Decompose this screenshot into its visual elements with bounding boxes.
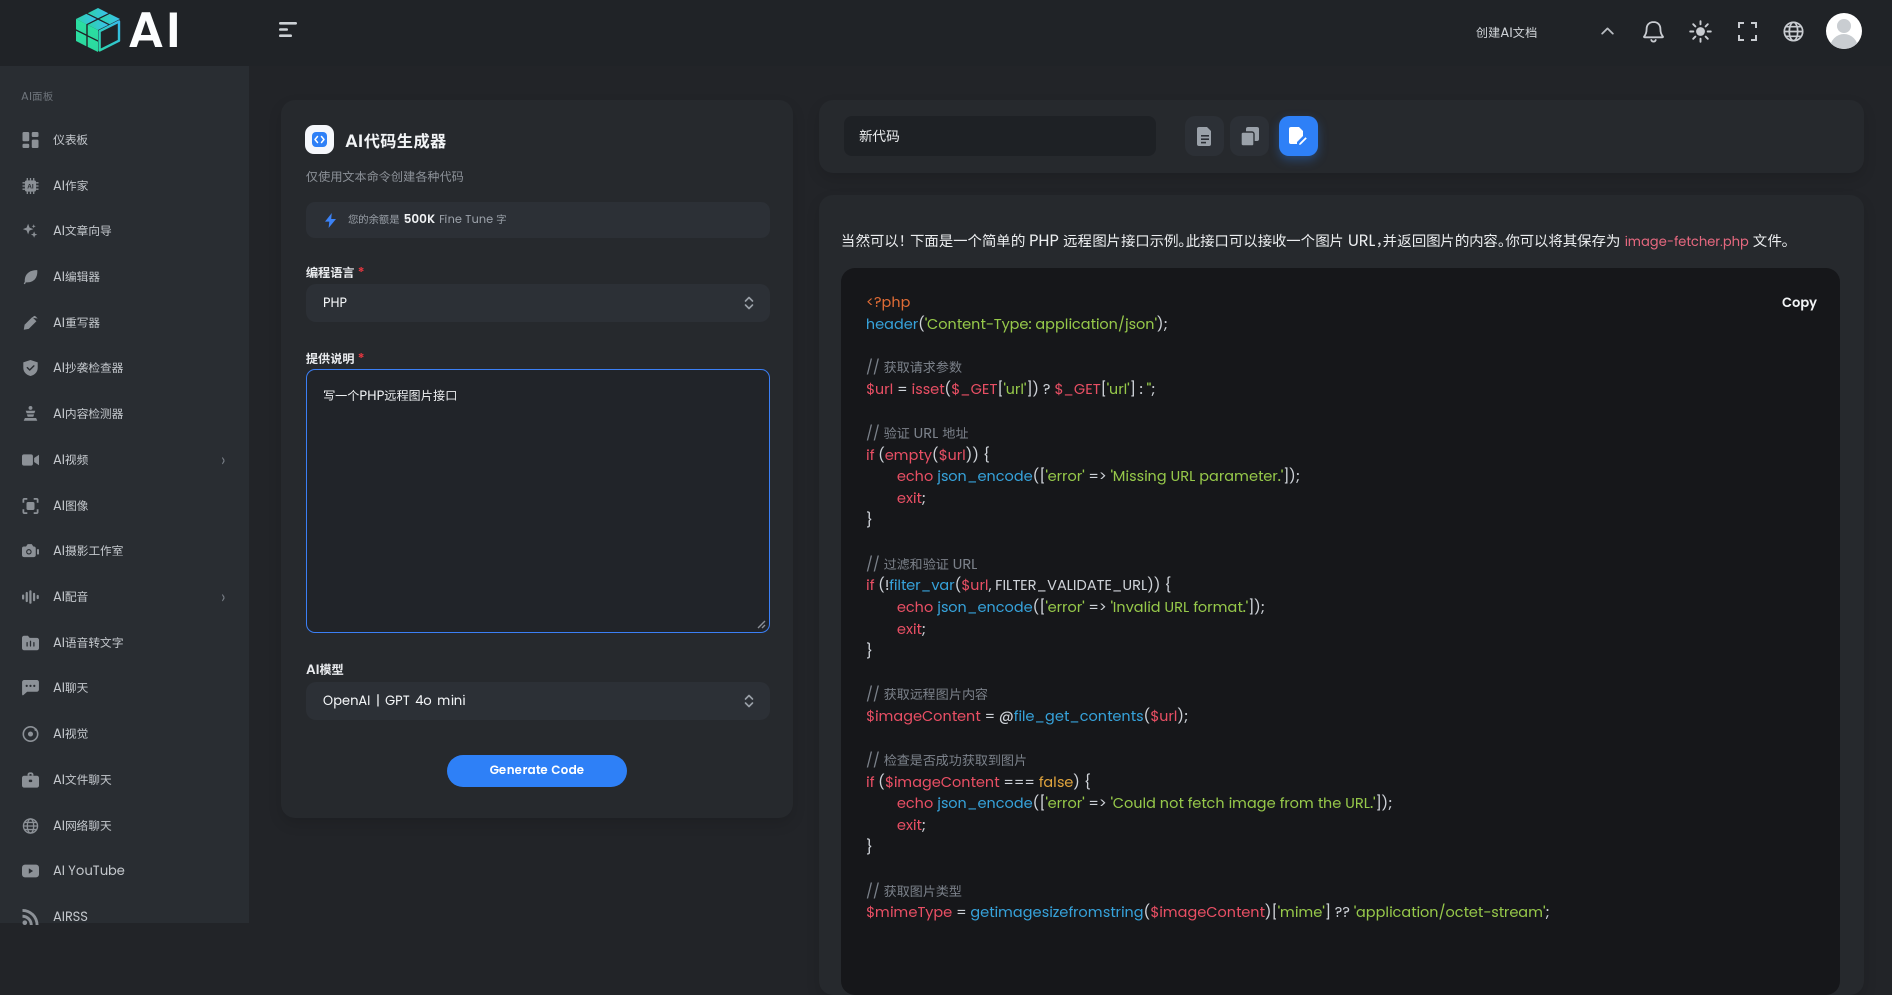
svg-text:AI: AI <box>27 183 34 190</box>
